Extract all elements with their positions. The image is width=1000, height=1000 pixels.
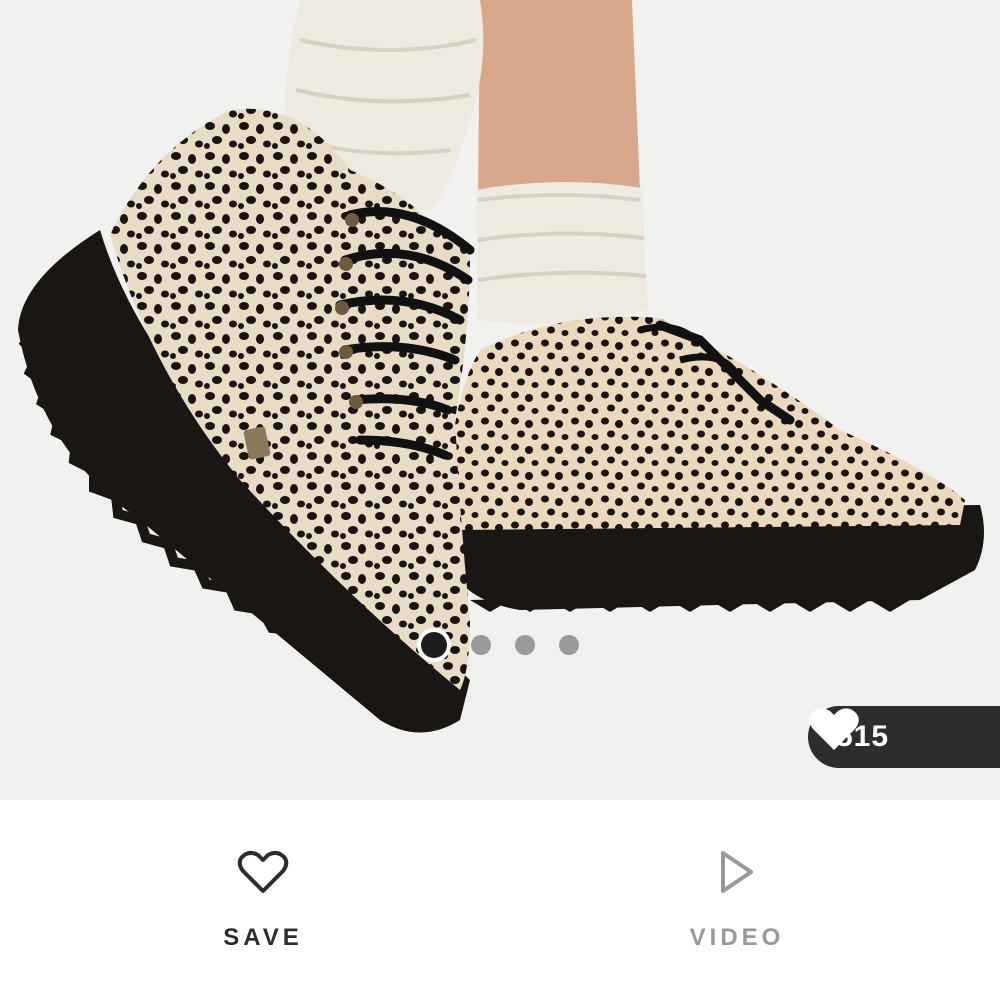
carousel-dots bbox=[0, 632, 1000, 658]
carousel-dot-4[interactable] bbox=[559, 635, 579, 655]
product-image[interactable]: 515 bbox=[0, 0, 1000, 800]
product-photo bbox=[18, 0, 984, 733]
save-label: SAVE bbox=[223, 924, 303, 951]
likes-badge[interactable]: 515 bbox=[808, 706, 1000, 768]
video-label: VIDEO bbox=[689, 924, 785, 951]
action-bar: SAVE VIDEO bbox=[0, 800, 1000, 1000]
save-button[interactable]: SAVE bbox=[173, 844, 353, 952]
video-button[interactable]: VIDEO bbox=[647, 844, 827, 952]
heart-outline-icon bbox=[173, 844, 353, 900]
play-icon bbox=[647, 844, 827, 900]
carousel-dot-3[interactable] bbox=[515, 635, 535, 655]
carousel-dot-2[interactable] bbox=[471, 635, 491, 655]
carousel-dot-1[interactable] bbox=[421, 632, 447, 658]
